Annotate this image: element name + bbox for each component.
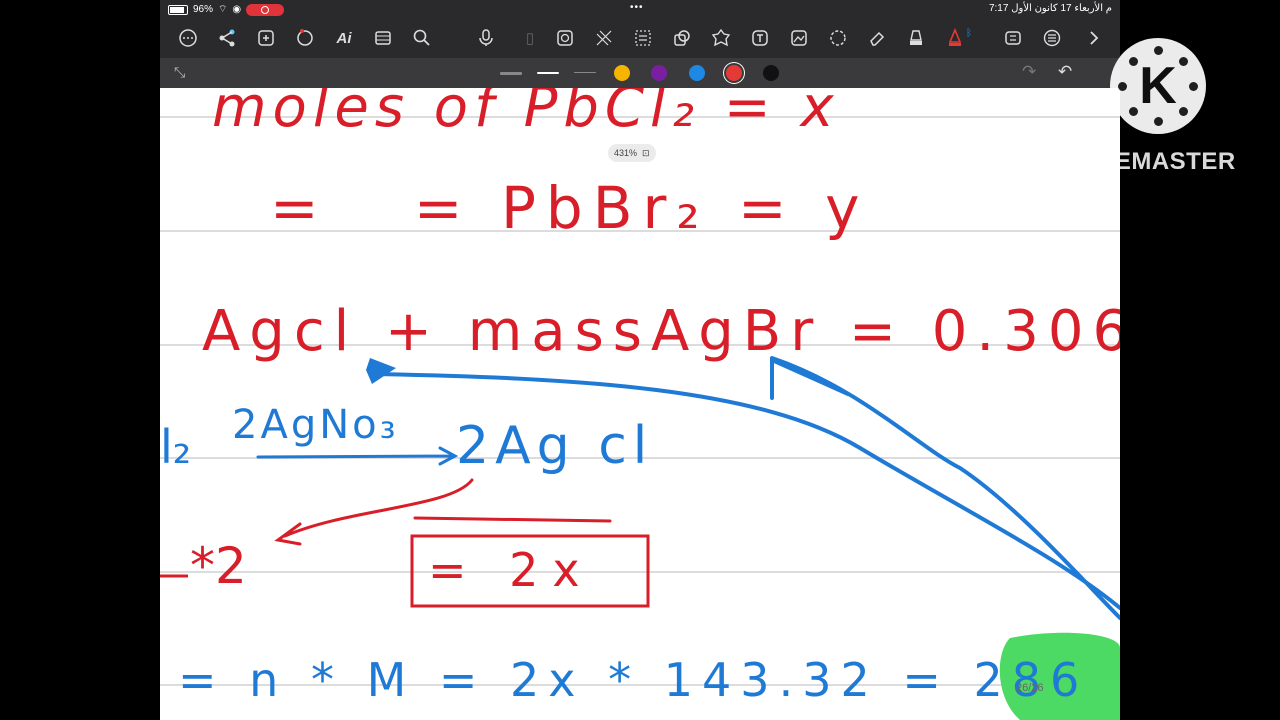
toolbar: Ai ▯ ᛒ — [160, 18, 1120, 58]
lock-icon[interactable]: ⊡ — [642, 148, 650, 159]
pen-thickness-medium[interactable] — [537, 72, 559, 74]
sidebar-icon[interactable] — [1002, 27, 1024, 49]
list-icon[interactable] — [1041, 27, 1063, 49]
microphone-icon[interactable] — [475, 27, 497, 49]
more-icon[interactable] — [177, 27, 199, 49]
color-swatch-yellow[interactable] — [614, 65, 630, 81]
battery-percent: 96% — [193, 4, 214, 15]
logo-dot — [1129, 107, 1138, 116]
zoom-label: 431% — [614, 148, 638, 158]
red-curve-arrow — [274, 478, 474, 546]
reaction-arrow — [256, 446, 459, 466]
logo-dot — [1154, 117, 1163, 126]
zoom-window-icon[interactable] — [554, 27, 576, 49]
zoom-indicator[interactable]: 431% ⊡ — [608, 144, 656, 162]
share-icon[interactable] — [216, 27, 238, 49]
handwriting-layer: moles of PbCl₂ = x = = PbBr₂ = y Agcl + … — [160, 88, 1120, 720]
screen-record-indicator[interactable] — [246, 3, 285, 16]
logo-dot — [1118, 82, 1127, 91]
note-line-4-reagent: 2AgNo₃ — [232, 402, 399, 448]
note-line-2: = = PbBr₂ = y — [270, 174, 869, 242]
image-icon[interactable] — [788, 27, 810, 49]
shapes-icon[interactable] — [671, 27, 693, 49]
kinemaster-logo: K — [1110, 38, 1206, 134]
selection-icon[interactable] — [827, 27, 849, 49]
pen-palette: ⤡ ↷ ↶ — [160, 58, 1120, 88]
reading-mode-icon[interactable]: ▯ — [519, 27, 541, 49]
lasso-icon[interactable] — [593, 27, 615, 49]
wifi-icon: ⌔ — [218, 4, 228, 15]
scan-icon[interactable] — [632, 27, 654, 49]
undo-icon[interactable]: ↶ — [1058, 62, 1072, 82]
redo-icon[interactable]: ↷ — [1022, 62, 1036, 82]
color-swatch-red[interactable] — [726, 65, 742, 81]
highlighter-icon[interactable] — [905, 27, 927, 49]
page-indicator[interactable]: 26/26 — [1016, 682, 1044, 694]
add-page-icon[interactable] — [255, 27, 277, 49]
kinemaster-watermark: KINEMASTER — [1072, 148, 1236, 175]
note-line-1: moles of PbCl₂ = x — [212, 88, 840, 140]
search-icon[interactable] — [411, 27, 433, 49]
blue-second-curve — [770, 356, 1120, 620]
status-bar: 96% ⌔ ◉ ••• 7:17 م الأربعاء 17 كانون الأ… — [160, 0, 1120, 18]
note-canvas[interactable]: moles of PbCl₂ = x = = PbBr₂ = y Agcl + … — [160, 88, 1120, 720]
bluetooth-icon: ᛒ — [966, 27, 972, 39]
collapse-icon[interactable]: ⤡ — [174, 64, 185, 81]
tools-icon[interactable] — [294, 27, 316, 49]
media-icon[interactable] — [372, 27, 394, 49]
next-icon[interactable] — [1083, 27, 1105, 49]
color-swatch-black[interactable] — [763, 65, 779, 81]
battery-icon — [168, 4, 188, 15]
ai-icon[interactable]: Ai — [333, 27, 355, 49]
ipad-screen: 96% ⌔ ◉ ••• 7:17 م الأربعاء 17 كانون الأ… — [160, 0, 1120, 720]
note-line-5-box: = 2x — [428, 543, 594, 597]
note-line-6: = n * M = 2x * 143.32 = 286 — [178, 653, 1088, 707]
pen-thickness-thin[interactable] — [574, 72, 596, 73]
text-icon[interactable] — [749, 27, 771, 49]
note-line-3: Agcl + massAgBr = 0.3062 — [202, 299, 1120, 364]
multitask-dots[interactable]: ••• — [630, 2, 644, 13]
color-swatch-purple[interactable] — [651, 65, 667, 81]
note-line-5-left: *2 — [190, 537, 247, 595]
status-left: 96% ⌔ ◉ — [168, 3, 285, 16]
eraser-icon[interactable] — [866, 27, 888, 49]
logo-dot — [1129, 57, 1138, 66]
time-date: 7:17 م الأربعاء 17 كانون الأول — [988, 3, 1112, 14]
note-line-4-product: 2Ag cl — [456, 416, 653, 476]
logo-dot — [1154, 46, 1163, 55]
sticker-icon[interactable] — [710, 27, 732, 49]
blue-arrow-head-right — [770, 356, 850, 400]
location-icon: ◉ — [232, 4, 242, 15]
note-line-4-blue: l₂ — [160, 420, 191, 474]
logo-dot — [1179, 57, 1188, 66]
pen-thickness-thick[interactable] — [500, 72, 522, 75]
logo-dot — [1179, 107, 1188, 116]
red-top-line — [413, 516, 612, 523]
color-swatch-blue[interactable] — [689, 65, 705, 81]
logo-dot — [1189, 82, 1198, 91]
